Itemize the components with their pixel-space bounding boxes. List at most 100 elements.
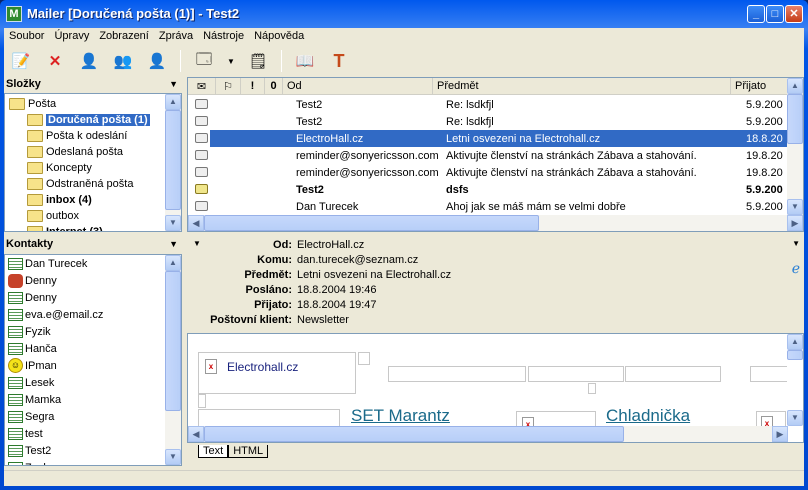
- gift-icon: [8, 273, 23, 288]
- tab-text[interactable]: Text: [198, 445, 229, 458]
- contact-item[interactable]: Hanča: [8, 340, 57, 357]
- contact-name: Lesek: [25, 376, 55, 389]
- menu-zobrazeni[interactable]: Zobrazení: [94, 28, 154, 46]
- message-row[interactable]: Dan Turecek Ahoj jak se máš mám se velmi …: [188, 198, 788, 215]
- contact-item[interactable]: Segra: [8, 408, 54, 425]
- body-hscrollbar[interactable]: ◀ ▶: [188, 426, 788, 442]
- address-book-icon[interactable]: 📖: [294, 50, 316, 72]
- folder-icon: [27, 162, 43, 174]
- contact-item[interactable]: Denny: [8, 272, 57, 289]
- folder-item[interactable]: Odeslaná pošta: [27, 144, 123, 160]
- contact-item[interactable]: Fyzik: [8, 323, 51, 340]
- image-placeholder: [358, 352, 370, 365]
- contact-card-icon: [8, 427, 23, 440]
- message-received: 18.8.20: [746, 132, 783, 145]
- minimize-button[interactable]: _: [747, 5, 765, 23]
- product-link-marantz[interactable]: SET Marantz: [351, 406, 450, 426]
- product-link-chladnicka[interactable]: Chladnička: [606, 406, 690, 426]
- contact-item[interactable]: test: [8, 425, 43, 442]
- contact-item[interactable]: Mamka: [8, 391, 61, 408]
- contact-item[interactable]: Denny: [8, 289, 57, 306]
- folder-icon: [27, 210, 43, 222]
- contact-item[interactable]: ☺ IPman: [8, 357, 57, 374]
- contact-item[interactable]: Dan Turecek: [8, 255, 87, 272]
- forward-icon[interactable]: 👤: [146, 50, 168, 72]
- contacts-scrollbar[interactable]: ▲ ▼: [165, 255, 181, 465]
- close-button[interactable]: ✕: [785, 5, 803, 23]
- message-from: Test2: [296, 115, 323, 128]
- chevron-down-icon[interactable]: ▼: [792, 239, 800, 248]
- contact-item[interactable]: eva.e@email.cz: [8, 306, 103, 323]
- folder-item[interactable]: Odstraněná pošta: [27, 176, 133, 192]
- menu-zprava[interactable]: Zpráva: [154, 28, 198, 46]
- folder-item[interactable]: Pošta k odeslání: [27, 128, 127, 144]
- reply-all-icon[interactable]: 👥: [112, 50, 134, 72]
- folder-item[interactable]: Pošta: [9, 96, 56, 112]
- chevron-down-icon[interactable]: ▼: [169, 79, 178, 89]
- column-flag[interactable]: ⚐: [216, 78, 241, 94]
- contact-item[interactable]: Zuzka: [8, 459, 55, 465]
- message-hscrollbar[interactable]: ◀ ▶: [188, 215, 803, 231]
- message-vscrollbar[interactable]: ▲ ▼: [787, 78, 803, 215]
- message-row[interactable]: reminder@sonyericsson.com Aktivujte člen…: [188, 147, 788, 164]
- column-priority[interactable]: !: [241, 78, 265, 94]
- dropdown-arrow-icon[interactable]: ▼: [227, 50, 235, 72]
- column-received[interactable]: Přijato: [731, 78, 788, 94]
- view-tabs: Text HTML: [198, 445, 269, 458]
- column-attachment[interactable]: 0: [265, 78, 283, 94]
- folder-item[interactable]: Koncepty: [27, 160, 92, 176]
- folder-icon: [27, 114, 43, 126]
- column-from[interactable]: Od: [283, 78, 433, 94]
- contact-card-icon: [8, 376, 23, 389]
- contact-card-icon: [8, 461, 23, 465]
- reply-icon[interactable]: 👤: [78, 50, 100, 72]
- message-subject: Re: lsdkfjl: [446, 115, 494, 128]
- contact-name: IPman: [25, 359, 57, 372]
- message-row[interactable]: ElectroHall.cz Letni osvezeni na Electroh…: [188, 130, 788, 147]
- delete-icon[interactable]: ✕: [44, 50, 66, 72]
- folder-scrollbar[interactable]: ▲ ▼: [165, 94, 181, 231]
- header-label: Od:: [273, 239, 292, 251]
- menu-upravy[interactable]: Úpravy: [49, 28, 94, 46]
- message-row[interactable]: Test2 Re: lsdkfjl 5.9.200: [188, 113, 788, 130]
- contacts-header: Kontakty ▼: [4, 237, 182, 253]
- folder-item[interactable]: Internet (3): [27, 224, 103, 231]
- contact-card-icon: [8, 325, 23, 338]
- message-row[interactable]: Test2 dsfs 5.9.200: [188, 181, 788, 198]
- edit-icon[interactable]: 🗒: [247, 50, 269, 72]
- contact-list: Dan Turecek Denny Denny eva.e@email.cz Fyzik…: [4, 254, 182, 466]
- logo-alt-text: Electrohall.cz: [227, 360, 299, 374]
- contact-item[interactable]: Test2: [8, 442, 51, 459]
- message-row[interactable]: reminder@sonyericsson.com Aktivujte člen…: [188, 164, 788, 181]
- contact-name: Denny: [25, 291, 57, 304]
- column-read[interactable]: ✉: [188, 78, 216, 94]
- message-row[interactable]: Test2 Re: lsdkfjl 5.9.200: [188, 96, 788, 113]
- header-label: Předmět:: [244, 269, 292, 281]
- header-value: dan.turecek@seznam.cz: [297, 254, 419, 266]
- tab-html[interactable]: HTML: [228, 445, 269, 458]
- menu-nastroje[interactable]: Nástroje: [198, 28, 249, 46]
- folder-item[interactable]: Doručená pošta (1): [27, 112, 150, 128]
- contact-item[interactable]: Lesek: [8, 374, 54, 391]
- tools-hammer-icon[interactable]: T: [328, 50, 350, 72]
- body-vscrollbar[interactable]: ▲ ▼: [787, 334, 803, 426]
- message-from: reminder@sonyericsson.com: [296, 149, 439, 162]
- new-message-icon[interactable]: 📝: [10, 50, 32, 72]
- folder-item[interactable]: outbox: [27, 208, 79, 224]
- title-bar[interactable]: M Mailer [Doručená pošta (1)] - Test2 _ …: [0, 0, 808, 28]
- folder-icon: [27, 194, 43, 206]
- read-envelope-icon: [195, 150, 208, 160]
- maximize-button[interactable]: □: [766, 5, 784, 23]
- contact-name: Mamka: [25, 393, 62, 406]
- menu-napoveda[interactable]: Nápověda: [249, 28, 309, 46]
- menu-bar: Soubor Úpravy Zobrazení Zpráva Nástroje …: [4, 28, 804, 46]
- column-subject[interactable]: Předmět: [433, 78, 731, 94]
- send-receive-icon[interactable]: 🗔: [193, 50, 215, 72]
- chevron-down-icon[interactable]: ▼: [169, 239, 178, 249]
- message-list-header: ✉ ⚐ ! 0 Od Předmět Přijato: [188, 78, 788, 95]
- menu-soubor[interactable]: Soubor: [4, 28, 49, 46]
- header-value: Letni osvezeni na Electrohall.cz: [297, 269, 452, 281]
- message-body: x Electrohall.cz SET Marantz x Chladničk…: [187, 333, 804, 443]
- contact-card-icon: [8, 342, 23, 355]
- folder-item[interactable]: inbox (4): [27, 192, 92, 208]
